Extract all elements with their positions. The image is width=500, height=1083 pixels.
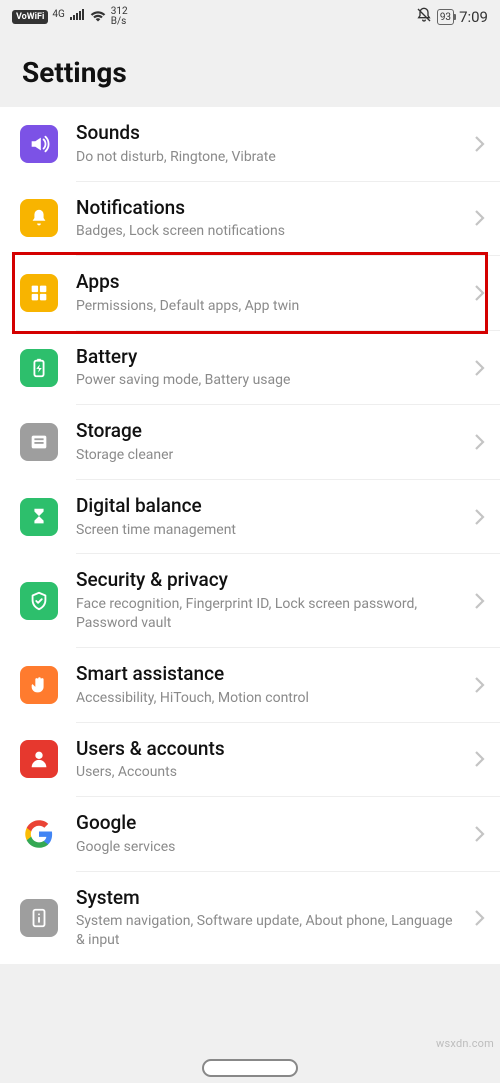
settings-item-smart-assistance[interactable]: Smart assistance Accessibility, HiTouch, …: [0, 648, 500, 722]
item-title: Apps: [76, 270, 462, 295]
chevron-right-icon: [468, 359, 490, 377]
settings-item-storage[interactable]: Storage Storage cleaner: [0, 405, 500, 479]
disk-icon: [20, 423, 58, 461]
chevron-right-icon: [468, 592, 490, 610]
chevron-right-icon: [468, 209, 490, 227]
item-subtitle: Do not disturb, Ringtone, Vibrate: [76, 148, 462, 167]
signal-icon: [69, 9, 85, 25]
chevron-right-icon: [468, 825, 490, 843]
status-bar: VoWiFi 4G 312 B/s 93 7:09: [0, 0, 500, 34]
item-title: Battery: [76, 345, 462, 370]
item-subtitle: Google services: [76, 838, 462, 857]
battery-icon: [20, 349, 58, 387]
item-title: Google: [76, 811, 462, 836]
wifi-icon: [89, 9, 107, 26]
watermark: wsxdn.com: [436, 1037, 494, 1050]
item-title: System: [76, 886, 462, 911]
item-subtitle: Face recognition, Fingerprint ID, Lock s…: [76, 595, 462, 633]
chevron-right-icon: [468, 676, 490, 694]
status-left: VoWiFi 4G 312 B/s: [12, 7, 128, 27]
google-icon: [20, 815, 58, 853]
settings-item-digital-balance[interactable]: Digital balance Screen time management: [0, 480, 500, 554]
shield-icon: [20, 582, 58, 620]
item-title: Storage: [76, 419, 462, 444]
bell-icon: [20, 199, 58, 237]
home-pill[interactable]: [202, 1059, 298, 1077]
mute-icon: [416, 7, 432, 27]
hourglass-icon: [20, 498, 58, 536]
clock: 7:09: [459, 8, 488, 26]
item-subtitle: Power saving mode, Battery usage: [76, 371, 462, 390]
speaker-icon: [20, 125, 58, 163]
chevron-right-icon: [468, 135, 490, 153]
item-subtitle: Users, Accounts: [76, 763, 462, 782]
page-title: Settings: [0, 34, 500, 107]
chevron-right-icon: [468, 909, 490, 927]
info-icon: [20, 899, 58, 937]
hand-icon: [20, 666, 58, 704]
item-title: Notifications: [76, 196, 462, 221]
settings-item-battery[interactable]: BatteryPower saving mode, Battery usage: [0, 331, 500, 405]
item-subtitle: Badges, Lock screen notifications: [76, 222, 462, 241]
settings-item-sounds[interactable]: Sounds Do not disturb, Ringtone, Vibrate: [0, 107, 500, 181]
chevron-right-icon: [468, 750, 490, 768]
settings-item-security-privacy[interactable]: Security & privacyFace recognition, Fing…: [0, 554, 500, 646]
net-speed: 312 B/s: [111, 7, 128, 27]
grid-icon: [20, 274, 58, 312]
item-subtitle: Permissions, Default apps, App twin: [76, 297, 462, 316]
item-subtitle: Storage cleaner: [76, 446, 462, 465]
item-subtitle: Screen time management: [76, 521, 462, 540]
settings-item-google[interactable]: Google Google services: [0, 797, 500, 871]
settings-item-notifications[interactable]: NotificationsBadges, Lock screen notific…: [0, 182, 500, 256]
chevron-right-icon: [468, 284, 490, 302]
network-type: 4G: [52, 9, 64, 20]
gesture-bar[interactable]: [0, 1059, 500, 1077]
status-right: 93 7:09: [416, 7, 488, 27]
chevron-right-icon: [468, 508, 490, 526]
item-subtitle: Accessibility, HiTouch, Motion control: [76, 689, 462, 708]
vowifi-badge: VoWiFi: [12, 10, 48, 24]
chevron-right-icon: [468, 433, 490, 451]
item-subtitle: System navigation, Software update, Abou…: [76, 912, 462, 950]
item-title: Users & accounts: [76, 737, 462, 762]
settings-item-system[interactable]: SystemSystem navigation, Software update…: [0, 872, 500, 964]
settings-item-apps[interactable]: Apps Permissions, Default apps, App twin: [0, 256, 500, 330]
item-title: Digital balance: [76, 494, 462, 519]
user-icon: [20, 740, 58, 778]
item-title: Security & privacy: [76, 568, 462, 593]
item-title: Sounds: [76, 121, 462, 146]
settings-item-users-accounts[interactable]: Users & accountsUsers, Accounts: [0, 723, 500, 797]
item-title: Smart assistance: [76, 662, 462, 687]
battery-indicator: 93: [437, 9, 454, 25]
